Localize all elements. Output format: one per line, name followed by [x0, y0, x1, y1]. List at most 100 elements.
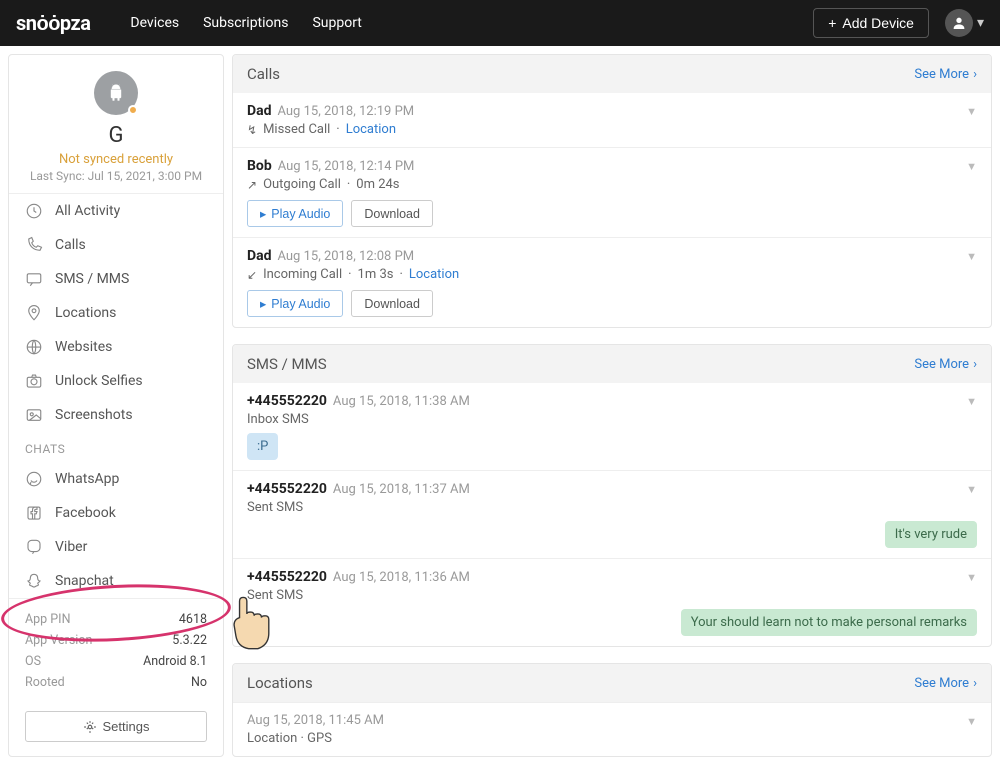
- chevron-down-icon[interactable]: ▼: [966, 250, 977, 263]
- device-name: G: [21, 123, 211, 148]
- chevron-down-icon[interactable]: ▼: [966, 395, 977, 408]
- chevron-down-icon[interactable]: ▼: [966, 571, 977, 584]
- calls-panel: Calls See More › Dad Aug 15, 2018, 12:19 …: [232, 54, 992, 328]
- call-subtitle: ↗ Outgoing Call · 0m 24s: [247, 177, 977, 192]
- chevron-right-icon: ›: [973, 67, 977, 82]
- call-direction-icon: ↗: [247, 178, 257, 192]
- sidebar-item-sms-mms[interactable]: SMS / MMS: [9, 262, 223, 296]
- call-subtitle: ↙ Incoming Call · 1m 3s · Location: [247, 267, 977, 282]
- location-link[interactable]: Location: [409, 267, 459, 282]
- sidebar-item-facebook[interactable]: Facebook: [9, 496, 223, 530]
- sms-time: Aug 15, 2018, 11:38 AM: [333, 394, 470, 409]
- gear-icon: [83, 720, 97, 734]
- call-subtitle: ↯ Missed Call · Location: [247, 122, 977, 137]
- sidebar-item-locations[interactable]: Locations: [9, 296, 223, 330]
- sms-message: Your should learn not to make personal r…: [681, 609, 977, 636]
- locations-panel: Locations See More › Aug 15, 2018, 11:45…: [232, 663, 992, 757]
- menu-label: Unlock Selfies: [55, 373, 143, 389]
- sms-time: Aug 15, 2018, 11:37 AM: [333, 482, 470, 497]
- add-device-label: Add Device: [842, 15, 914, 31]
- logo[interactable]: snȯȯpza: [16, 11, 90, 36]
- sidebar-item-websites[interactable]: Websites: [9, 330, 223, 364]
- snapchat-icon: [25, 572, 43, 590]
- sidebar-item-whatsapp[interactable]: WhatsApp: [9, 462, 223, 496]
- nav-links: Devices Subscriptions Support: [130, 15, 361, 31]
- sidebar-item-snapchat[interactable]: Snapchat: [9, 564, 223, 598]
- sms-time: Aug 15, 2018, 11:36 AM: [333, 570, 470, 585]
- call-contact: Dad: [247, 103, 271, 119]
- clock-icon: [25, 202, 43, 220]
- menu-label: Calls: [55, 237, 86, 253]
- settings-label: Settings: [103, 719, 150, 734]
- status-dot-icon: [128, 105, 138, 115]
- nav-devices[interactable]: Devices: [130, 15, 179, 31]
- info-key: App Version: [25, 633, 92, 648]
- sidebar-item-calls[interactable]: Calls: [9, 228, 223, 262]
- image-icon: [25, 406, 43, 424]
- download-button[interactable]: Download: [351, 200, 433, 227]
- user-menu[interactable]: ▾: [945, 9, 984, 37]
- menu-main: All Activity Calls SMS / MMSLocations Websi…: [9, 193, 223, 432]
- info-value: Android 8.1: [143, 654, 207, 669]
- nav-subscriptions[interactable]: Subscriptions: [203, 15, 288, 31]
- menu-label: Facebook: [55, 505, 116, 521]
- sidebar-item-unlock-selfies[interactable]: Unlock Selfies: [9, 364, 223, 398]
- chevron-down-icon[interactable]: ▼: [966, 483, 977, 496]
- plus-icon: +: [828, 15, 836, 31]
- settings-button[interactable]: Settings: [25, 711, 207, 742]
- sms-entry[interactable]: +445552220Aug 15, 2018, 11:38 AM Inbox S…: [233, 383, 991, 470]
- location-link[interactable]: Location: [346, 122, 396, 137]
- chevron-right-icon: ›: [973, 676, 977, 691]
- info-value: 5.3.22: [172, 633, 207, 648]
- download-button[interactable]: Download: [351, 290, 433, 317]
- info-value: No: [191, 675, 207, 690]
- call-time: Aug 15, 2018, 12:19 PM: [277, 104, 414, 119]
- call-entry[interactable]: BobAug 15, 2018, 12:14 PM ↗ Outgoing Cal…: [233, 147, 991, 237]
- globe-icon: [25, 338, 43, 356]
- menu-label: Screenshots: [55, 407, 133, 423]
- call-time: Aug 15, 2018, 12:08 PM: [277, 249, 414, 264]
- user-avatar-icon: [945, 9, 973, 37]
- sms-entry[interactable]: +445552220Aug 15, 2018, 11:37 AM Sent SM…: [233, 470, 991, 558]
- chevron-down-icon[interactable]: ▼: [966, 105, 977, 118]
- sms-type: Inbox SMS: [247, 412, 977, 427]
- sms-panel: SMS / MMS See More › +445552220Aug 15, 2…: [232, 344, 992, 647]
- navbar: snȯȯpza Devices Subscriptions Support + …: [0, 0, 1000, 46]
- calls-see-more[interactable]: See More ›: [914, 67, 977, 82]
- sms-message: :P: [247, 433, 278, 460]
- location-sub: Location · GPS: [247, 731, 977, 746]
- call-direction-icon: ↙: [247, 268, 257, 282]
- device-card: G Not synced recently Last Sync: Jul 15,…: [9, 55, 223, 193]
- sms-message: It's very rude: [885, 521, 977, 548]
- info-row: OSAndroid 8.1: [25, 651, 207, 672]
- sidebar-item-viber[interactable]: Viber: [9, 530, 223, 564]
- info-row: RootedNo: [25, 672, 207, 693]
- play-audio-button[interactable]: ▸ Play Audio: [247, 200, 343, 227]
- call-contact: Bob: [247, 158, 272, 174]
- sidebar-item-screenshots[interactable]: Screenshots: [9, 398, 223, 432]
- sms-entry[interactable]: +445552220Aug 15, 2018, 11:36 AM Sent SM…: [233, 558, 991, 646]
- android-icon: [106, 83, 126, 103]
- play-audio-button[interactable]: ▸ Play Audio: [247, 290, 343, 317]
- location-time: Aug 15, 2018, 11:45 AM: [247, 713, 977, 728]
- sidebar-item-all-activity[interactable]: All Activity: [9, 194, 223, 228]
- call-entry[interactable]: DadAug 15, 2018, 12:08 PM ↙ Incoming Cal…: [233, 237, 991, 327]
- add-device-button[interactable]: + Add Device: [813, 8, 929, 38]
- device-avatar: [94, 71, 138, 115]
- locations-see-more[interactable]: See More ›: [914, 676, 977, 691]
- menu-chats: WhatsApp Facebook ViberSnapchat: [9, 462, 223, 598]
- sync-status: Not synced recently: [21, 152, 211, 167]
- chevron-down-icon[interactable]: ▼: [966, 160, 977, 173]
- nav-support[interactable]: Support: [312, 15, 361, 31]
- facebook-icon: [25, 504, 43, 522]
- location-entry[interactable]: Aug 15, 2018, 11:45 AM Location · GPS ▼: [233, 702, 991, 756]
- call-entry[interactable]: Dad Aug 15, 2018, 12:19 PM ↯ Missed Call …: [233, 93, 991, 147]
- info-value: 4618: [179, 612, 207, 627]
- play-icon: ▸: [260, 206, 266, 221]
- camera-icon: [25, 372, 43, 390]
- menu-label: Websites: [55, 339, 112, 355]
- call-direction-icon: ↯: [247, 123, 257, 137]
- calls-title: Calls: [247, 65, 280, 83]
- sms-see-more[interactable]: See More ›: [914, 357, 977, 372]
- chevron-right-icon: ›: [973, 357, 977, 372]
